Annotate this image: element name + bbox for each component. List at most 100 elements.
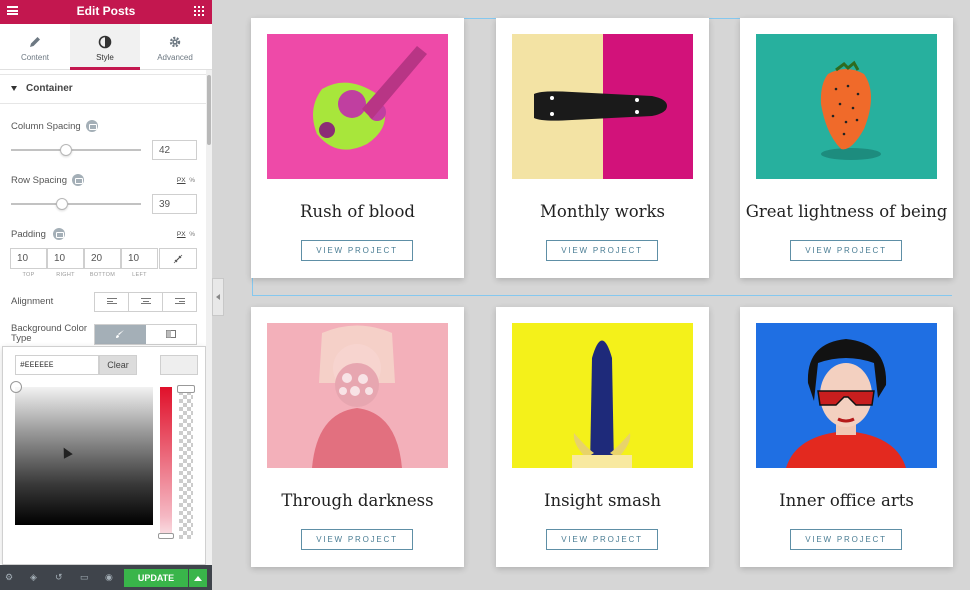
pencil-icon <box>30 37 40 47</box>
column-spacing-label: Column Spacing <box>11 121 81 132</box>
settings-gear-icon[interactable]: ⚙ <box>5 573 14 582</box>
padding-caption-left: LEFT <box>132 272 147 278</box>
row-spacing-label: Row Spacing <box>11 175 67 186</box>
portfolio-card: Through darkness VIEW PROJECT <box>251 307 464 567</box>
view-project-button[interactable]: VIEW PROJECT <box>546 240 658 261</box>
padding-right-input[interactable]: 10 <box>47 248 84 269</box>
update-button[interactable]: UPDATE <box>124 569 188 587</box>
saturation-field[interactable] <box>15 387 153 525</box>
hue-slider[interactable] <box>160 387 172 539</box>
padding-left-input[interactable]: 10 <box>121 248 158 269</box>
scrollbar-thumb[interactable] <box>207 75 211 145</box>
editor-footer: ⚙ ◈ ↺ ▭ ◉ UPDATE <box>0 565 212 590</box>
view-project-button[interactable]: VIEW PROJECT <box>546 529 658 550</box>
row-spacing-slider[interactable] <box>11 198 141 210</box>
portfolio-card: Inner office arts VIEW PROJECT <box>740 307 953 567</box>
navigator-layers-icon[interactable]: ◈ <box>30 573 39 582</box>
gradient-icon <box>166 330 176 338</box>
responsive-desktop-icon[interactable] <box>53 228 65 240</box>
card-image <box>512 323 693 468</box>
tab-style[interactable]: Style <box>70 24 140 70</box>
align-center-button[interactable] <box>129 293 163 311</box>
view-project-button[interactable]: VIEW PROJECT <box>301 240 413 261</box>
woman-flowers-image <box>312 325 402 468</box>
padding-top-input[interactable]: 10 <box>10 248 47 269</box>
view-project-button[interactable]: VIEW PROJECT <box>790 240 902 261</box>
woman-sunglasses-image <box>786 339 906 468</box>
background-color-type-label: Background Color Type <box>11 323 88 344</box>
editor-sidebar: Edit Posts Content Style Advanced Contai… <box>0 0 212 590</box>
padding-inputs: 10 10 20 10 <box>10 248 197 269</box>
padding-caption-top: TOP <box>22 272 35 278</box>
background-type-buttons <box>94 324 197 345</box>
unit-px[interactable]: PX <box>177 177 186 184</box>
portfolio-card: Rush of blood VIEW PROJECT <box>251 18 464 278</box>
skateboard-image <box>512 34 693 179</box>
preview-canvas: Rush of blood VIEW PROJECT Monthly works… <box>224 0 970 590</box>
portfolio-card: Insight smash VIEW PROJECT <box>496 307 709 567</box>
tab-content-label: Content <box>20 53 50 62</box>
hex-color-input[interactable]: #EEEEEE <box>15 355 99 375</box>
row-spacing-units: PX % <box>177 177 195 184</box>
caret-down-icon <box>11 86 17 91</box>
widgets-grid-icon[interactable] <box>194 6 204 16</box>
responsive-desktop-icon[interactable] <box>86 120 98 132</box>
card-title: Rush of blood <box>300 202 415 221</box>
history-icon[interactable]: ↺ <box>55 573 64 582</box>
responsive-mode-icon[interactable]: ▭ <box>80 573 89 582</box>
style-panel: Container Column Spacing 42 Row Spacing … <box>0 70 206 565</box>
padding-bottom-input[interactable]: 20 <box>84 248 121 269</box>
tab-content[interactable]: Content <box>0 24 70 70</box>
view-project-button[interactable]: VIEW PROJECT <box>790 529 902 550</box>
unit-percent[interactable]: % <box>189 231 195 238</box>
preview-eye-icon[interactable]: ◉ <box>105 573 114 582</box>
portfolio-card: Great lightness of being VIEW PROJECT <box>740 18 953 278</box>
bg-type-classic-button[interactable] <box>95 325 146 344</box>
slider-handle[interactable] <box>56 198 68 210</box>
section-container-toggle[interactable]: Container <box>0 74 206 104</box>
tab-advanced[interactable]: Advanced <box>140 24 210 70</box>
blue-banana-image <box>572 340 632 468</box>
card-image <box>756 34 937 179</box>
padding-label: Padding <box>11 229 46 240</box>
link-values-button[interactable] <box>159 248 197 269</box>
card-title: Monthly works <box>540 202 665 221</box>
card-image <box>512 34 693 179</box>
panel-scrollbar[interactable] <box>206 70 212 565</box>
unit-px[interactable]: PX <box>177 231 186 238</box>
brush-icon <box>116 330 124 338</box>
bg-type-gradient-button[interactable] <box>146 325 197 344</box>
padding-units: PX % <box>177 231 195 238</box>
alpha-slider[interactable] <box>179 387 193 539</box>
tab-advanced-label: Advanced <box>157 53 193 62</box>
saturation-handle[interactable] <box>10 381 22 393</box>
clear-color-button[interactable]: Clear <box>99 355 137 375</box>
slider-handle[interactable] <box>60 144 72 156</box>
row-spacing-input[interactable]: 39 <box>152 194 197 214</box>
color-picker: #EEEEEE Clear <box>2 346 206 565</box>
card-title: Insight smash <box>544 491 661 510</box>
column-spacing-input[interactable]: 42 <box>152 140 197 160</box>
ice-cream-splash-image <box>313 46 427 150</box>
align-left-button[interactable] <box>95 293 129 311</box>
hue-slider-handle[interactable] <box>158 533 174 539</box>
alignment-buttons <box>94 292 197 312</box>
portfolio-card: Monthly works VIEW PROJECT <box>496 18 709 278</box>
strawberry-image <box>820 60 881 160</box>
collapse-panel-button[interactable] <box>212 278 224 316</box>
padding-caption-right: RIGHT <box>56 272 75 278</box>
tab-style-label: Style <box>96 53 114 62</box>
save-options-caret-icon[interactable] <box>189 569 207 587</box>
view-project-button[interactable]: VIEW PROJECT <box>301 529 413 550</box>
color-preview-swatch <box>160 355 198 375</box>
align-right-button[interactable] <box>163 293 197 311</box>
align-left-icon <box>107 298 117 306</box>
alignment-label: Alignment <box>11 296 54 307</box>
alpha-slider-handle[interactable] <box>177 385 195 393</box>
column-spacing-slider[interactable] <box>11 144 141 156</box>
padding-caption-bottom: BOTTOM <box>89 272 116 278</box>
responsive-desktop-icon[interactable] <box>72 174 84 186</box>
editor-tabs: Content Style Advanced <box>0 24 212 70</box>
align-center-icon <box>141 298 151 306</box>
unit-percent[interactable]: % <box>189 177 195 184</box>
